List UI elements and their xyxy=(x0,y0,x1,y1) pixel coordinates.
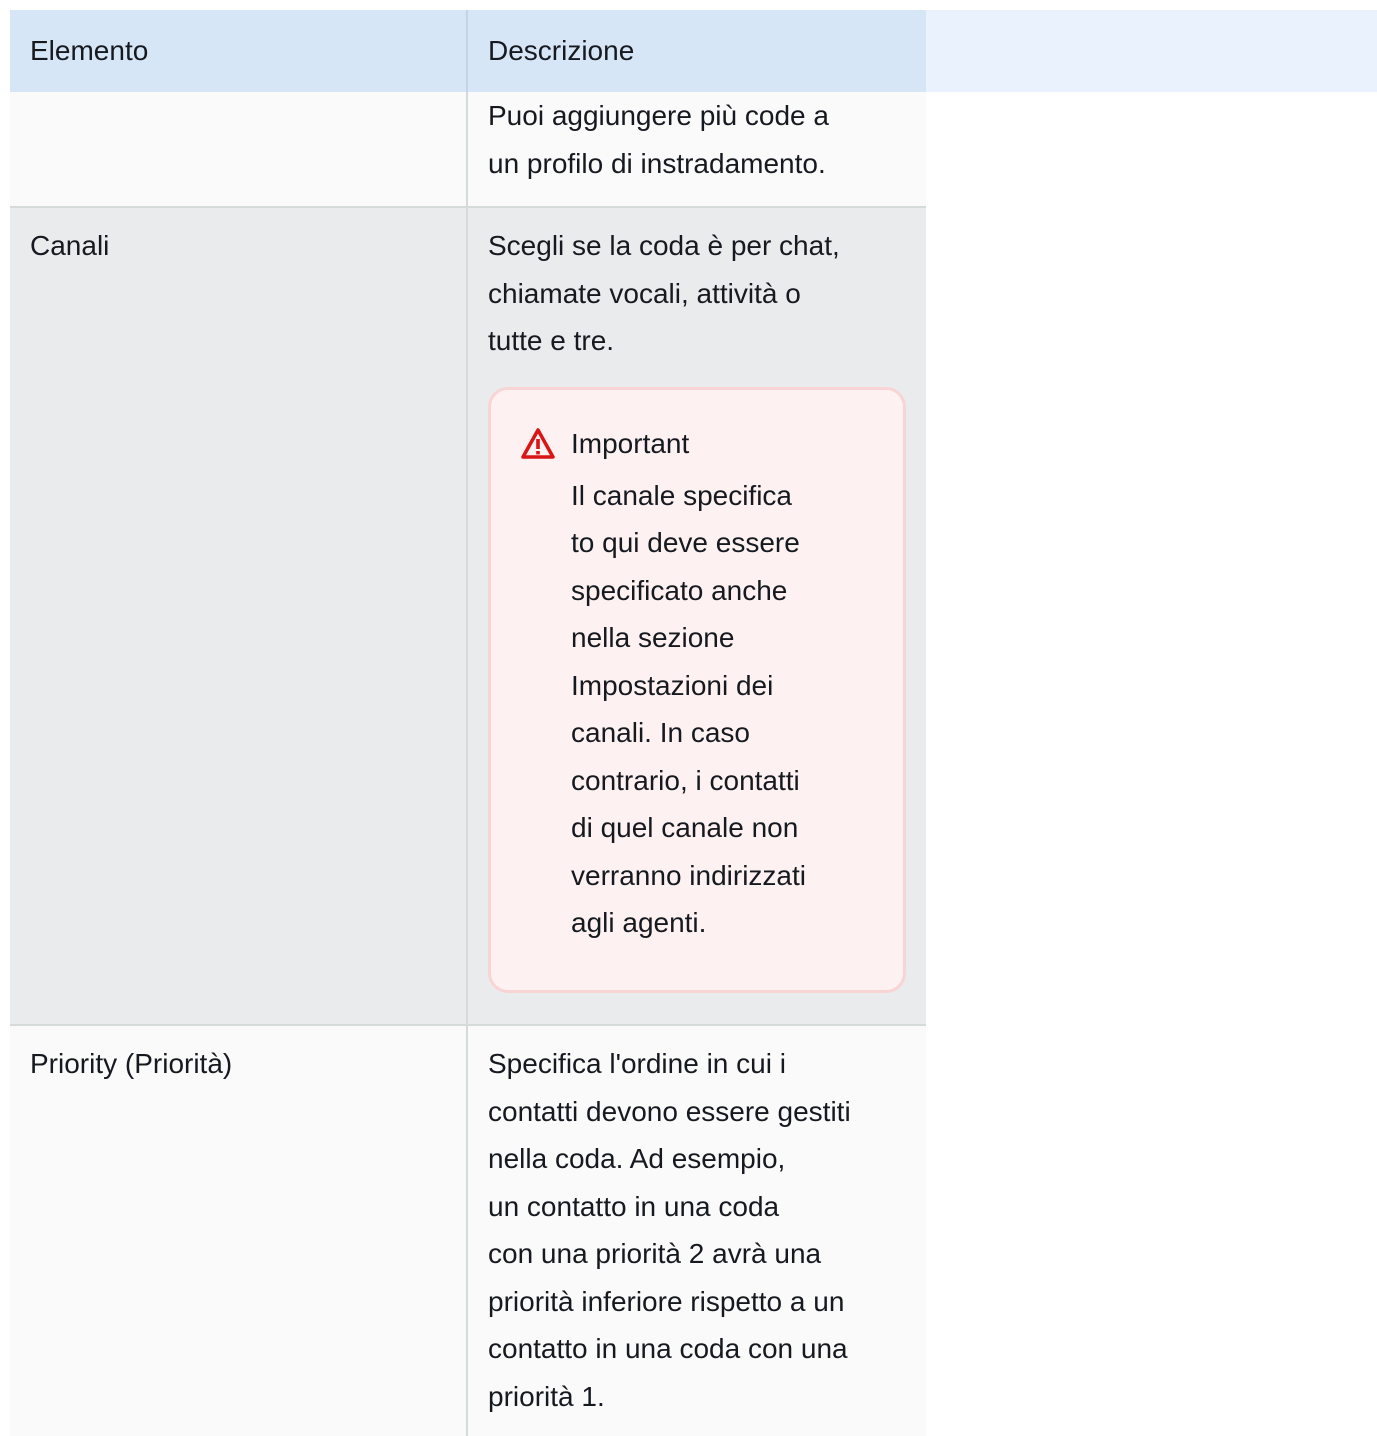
header-elemento: Elemento xyxy=(10,10,468,92)
element-cell: Priority (Priorità) xyxy=(10,1026,468,1436)
table-header: Elemento Descrizione xyxy=(10,10,1377,92)
table-row: Canali Scegli se la coda è per chat, chi… xyxy=(10,208,926,1024)
alert-line: Impostazioni dei xyxy=(571,669,774,701)
description-line: nella coda. Ad esempio, xyxy=(488,1143,786,1174)
important-alert: Important Il canale specifica to qui dev… xyxy=(488,386,906,993)
description-line: priorità inferiore rispetto a un xyxy=(488,1285,845,1317)
alert-title: Important xyxy=(571,427,690,459)
description-line: un profilo di instradamento. xyxy=(488,147,826,179)
element-cell xyxy=(10,92,468,206)
description-line: Scegli se la coda è per chat, xyxy=(488,230,840,261)
alert-header: Important xyxy=(521,416,879,472)
alert-line: canali. In caso xyxy=(571,717,750,748)
alert-line: agli agenti. xyxy=(571,907,707,938)
parameters-table: Elemento Descrizione Puoi aggiungere più… xyxy=(10,10,1377,1436)
description-line: priorità 1. xyxy=(488,1380,605,1412)
description-line: Specifica l'ordine in cui i xyxy=(488,1048,786,1079)
element-cell: Canali xyxy=(10,208,468,1024)
description-line: contatto in una coda con una xyxy=(488,1333,848,1364)
description-line: tutte e tre. xyxy=(488,325,615,356)
header-empty xyxy=(926,10,1377,92)
description-line: con una priorità 2 avrà una xyxy=(488,1238,822,1269)
alert-line: Il canale specifica xyxy=(571,479,793,511)
alert-line: nella sezione xyxy=(571,622,735,653)
alert-line: to qui deve essere xyxy=(571,527,800,558)
description-line: Puoi aggiungere più code a xyxy=(488,100,829,131)
description-line: un contatto in una coda xyxy=(488,1190,780,1222)
table-row: Puoi aggiungere più code a un profilo di… xyxy=(10,92,926,206)
description-cell: Specifica l'ordine in cui i contatti dev… xyxy=(468,1026,926,1436)
description-cell: Puoi aggiungere più code a un profilo di… xyxy=(468,92,926,206)
alert-line: contrario, i contatti xyxy=(571,764,800,796)
description-cell: Scegli se la coda è per chat, chiamate v… xyxy=(468,208,926,1024)
description-line: contatti devono essere gestiti xyxy=(488,1095,851,1127)
alert-body: Il canale specifica to qui deve essere s… xyxy=(571,472,871,947)
description-line: chiamate vocali, attività o xyxy=(488,277,801,309)
alert-line: di quel canale non xyxy=(571,812,799,843)
header-descrizione: Descrizione xyxy=(468,10,926,92)
table-row: Priority (Priorità) Specifica l'ordine i… xyxy=(10,1026,926,1436)
alert-line: verranno indirizzati xyxy=(571,859,806,891)
warning-icon xyxy=(521,427,555,461)
alert-line: specificato anche xyxy=(571,574,788,606)
